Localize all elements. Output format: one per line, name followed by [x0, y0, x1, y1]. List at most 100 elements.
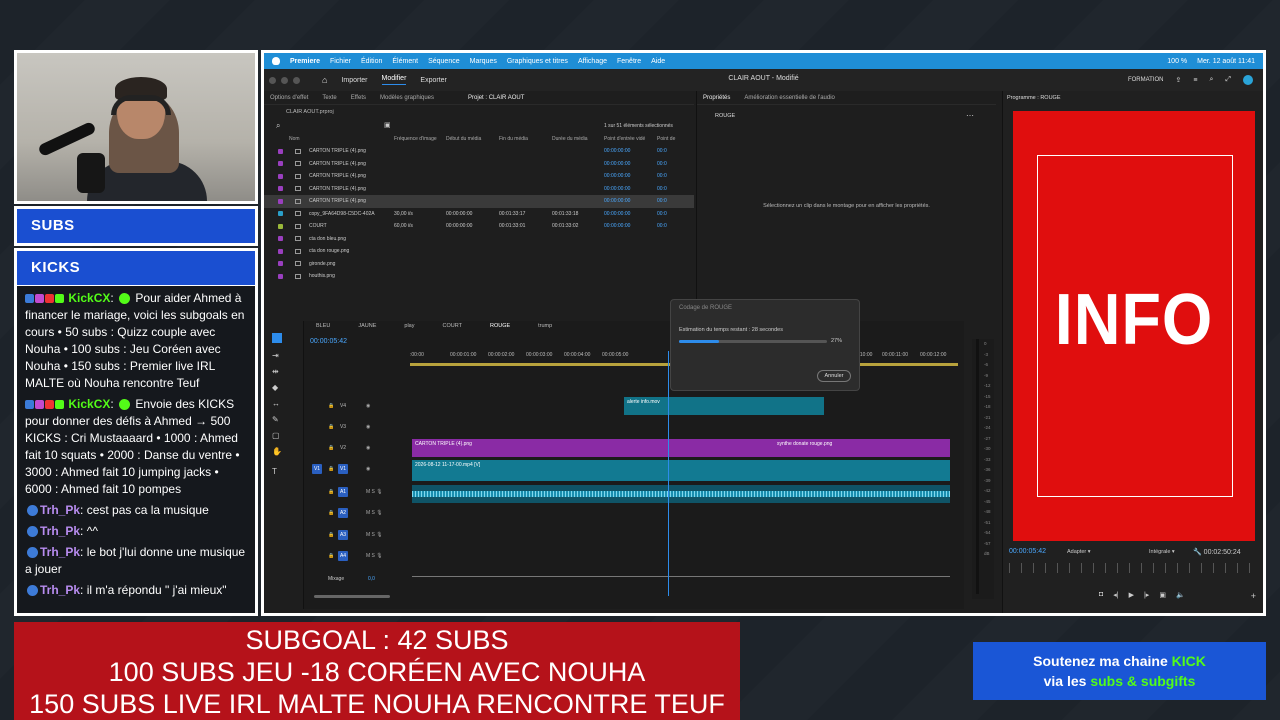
tab-essential-sound[interactable]: Amélioration essentielle de l'audio: [744, 95, 835, 101]
menu-help[interactable]: Aide: [651, 58, 665, 65]
toggle-output-icon[interactable]: ◉: [366, 466, 370, 472]
track-target-v4[interactable]: V4: [338, 401, 348, 411]
playhead[interactable]: [668, 351, 669, 596]
menu-file[interactable]: Fichier: [330, 58, 351, 65]
tab-project[interactable]: Projet : CLAIR AOUT: [468, 95, 524, 101]
workspace-label[interactable]: FORMATION: [1128, 77, 1164, 83]
new-bin-icon[interactable]: ▣: [384, 121, 391, 129]
track-target-a3[interactable]: A3: [338, 530, 348, 540]
project-item[interactable]: COURT 60,00 i/s 00:00:00:00 00:01:33:01 00:0…: [264, 220, 694, 233]
col-end[interactable]: Fin du média: [499, 136, 528, 142]
label-color-swatch[interactable]: [278, 261, 283, 267]
program-timecode[interactable]: 00:00:05:42: [1009, 548, 1046, 555]
audio-track-controls[interactable]: M S 🎙: [366, 532, 383, 538]
chat-username[interactable]: Trh_Pk: [40, 545, 80, 559]
program-scrubber[interactable]: [1009, 563, 1259, 573]
tab-export[interactable]: Exporter: [420, 77, 446, 84]
tab-effects[interactable]: Effets: [351, 95, 366, 101]
track-target-a1[interactable]: A1: [338, 487, 348, 497]
menu-edit[interactable]: Édition: [361, 58, 382, 65]
seq-tab[interactable]: trump: [538, 323, 552, 329]
project-item[interactable]: CARTON TRIPLE (4).png 00:00:00:00 00:0: [264, 195, 694, 208]
menu-icon[interactable]: ≡: [1193, 77, 1197, 84]
label-color-swatch[interactable]: [278, 236, 283, 242]
camera-icon[interactable]: ◘: [1099, 591, 1103, 599]
quality-dropdown[interactable]: Intégrale ▾: [1149, 549, 1175, 555]
col-pt[interactable]: Point de: [657, 136, 675, 142]
menu-clip[interactable]: Élément: [392, 58, 418, 65]
audio-track-controls[interactable]: M S 🎙: [366, 510, 383, 516]
safe-margins-icon[interactable]: ▣: [1159, 591, 1166, 599]
razor-tool-icon[interactable]: ◆: [272, 383, 278, 392]
project-item[interactable]: CARTON TRIPLE (4).png 00:00:00:00 00:0: [264, 145, 694, 158]
toggle-output-icon[interactable]: ◉: [366, 403, 370, 409]
search-icon[interactable]: ⌕: [1209, 76, 1213, 84]
hand-tool-icon[interactable]: ✋: [272, 447, 282, 456]
clip-v4[interactable]: alerte info.mov: [624, 397, 824, 415]
seq-tab[interactable]: play: [404, 323, 414, 329]
clip-v2-donate[interactable]: synthe donate rouge.png: [774, 441, 944, 459]
selection-tool-icon[interactable]: [272, 333, 282, 343]
step-back-icon[interactable]: ◂|: [1113, 591, 1118, 599]
apple-icon[interactable]: [272, 57, 280, 65]
col-in[interactable]: Point d'entrée vidé: [604, 136, 645, 142]
ripple-edit-tool-icon[interactable]: ⇹: [272, 367, 279, 376]
volume-icon[interactable]: 🔈: [1176, 591, 1185, 599]
label-color-swatch[interactable]: [278, 273, 283, 279]
tab-properties[interactable]: Propriétés: [703, 95, 730, 101]
rectangle-tool-icon[interactable]: ▢: [272, 431, 280, 440]
lock-track-icon[interactable]: 🔒: [328, 489, 334, 495]
label-color-swatch[interactable]: [278, 248, 283, 254]
more-options-icon[interactable]: ⋯: [966, 111, 974, 120]
step-forward-icon[interactable]: |▸: [1144, 591, 1149, 599]
menu-sequence[interactable]: Séquence: [428, 58, 460, 65]
label-color-swatch[interactable]: [278, 161, 283, 167]
home-icon[interactable]: ⌂: [322, 75, 327, 85]
search-icon[interactable]: ⌕: [276, 121, 280, 131]
label-color-swatch[interactable]: [278, 148, 283, 154]
chat-username[interactable]: Trh_Pk: [40, 524, 80, 538]
text-tool-icon[interactable]: T: [272, 467, 277, 476]
source-patch-v1[interactable]: V1: [312, 464, 322, 474]
toggle-output-icon[interactable]: ◉: [366, 445, 370, 451]
project-item[interactable]: houthis.png: [264, 270, 694, 283]
tab-import[interactable]: Importer: [341, 77, 367, 84]
timeline-zoom-scrollbar[interactable]: [314, 595, 390, 598]
menu-view[interactable]: Affichage: [578, 58, 607, 65]
project-item[interactable]: CARTON TRIPLE (4).png 00:00:00:00 00:0: [264, 183, 694, 196]
audio-track-controls[interactable]: M S 🎙: [366, 489, 383, 495]
seq-tab[interactable]: JAUNE: [358, 323, 376, 329]
track-select-tool-icon[interactable]: ⇥: [272, 351, 279, 360]
label-color-swatch[interactable]: [278, 223, 283, 229]
zoom-window-button[interactable]: [293, 76, 300, 84]
add-button-icon[interactable]: +: [1251, 591, 1256, 601]
tab-effect-controls[interactable]: Options d'effet: [270, 95, 308, 101]
label-color-swatch[interactable]: [278, 211, 283, 217]
menu-app[interactable]: Premiere: [290, 58, 320, 65]
lock-track-icon[interactable]: 🔒: [328, 510, 334, 516]
menu-window[interactable]: Fenêtre: [617, 58, 641, 65]
audio-clip-a1[interactable]: [412, 485, 950, 503]
source-patch-a1[interactable]: [312, 487, 322, 497]
track-target-v3[interactable]: V3: [338, 422, 348, 432]
lock-track-icon[interactable]: 🔒: [328, 445, 334, 451]
tab-text[interactable]: Texte: [322, 95, 336, 101]
profile-icon[interactable]: [1243, 75, 1253, 85]
menu-graphics[interactable]: Graphiques et titres: [507, 58, 568, 65]
project-item[interactable]: gironde.png: [264, 258, 694, 271]
share-icon[interactable]: ⇪: [1176, 76, 1182, 84]
timeline-timecode[interactable]: 00:00:05:42: [310, 338, 347, 345]
close-window-button[interactable]: [269, 76, 276, 84]
col-fps[interactable]: Fréquence d'image: [394, 136, 437, 142]
track-target-a2[interactable]: A2: [338, 508, 348, 518]
fit-dropdown[interactable]: Adapter ▾: [1067, 549, 1091, 555]
tab-graphics-templates[interactable]: Modèles graphiques: [380, 95, 434, 101]
project-item[interactable]: CARTON TRIPLE (4).png 00:00:00:00 00:0: [264, 170, 694, 183]
fullscreen-icon[interactable]: ⤢: [1225, 76, 1231, 84]
clock[interactable]: Mer. 12 août 11:41: [1197, 58, 1255, 65]
label-color-swatch[interactable]: [278, 186, 283, 192]
col-dur[interactable]: Durée du média: [552, 136, 588, 142]
lock-track-icon[interactable]: 🔒: [328, 553, 334, 559]
seq-tab-active[interactable]: ROUGE: [490, 323, 510, 329]
project-item[interactable]: copy_9FA64D98-C5DC-402A 30,00 i/s 00:00:00…: [264, 208, 694, 221]
